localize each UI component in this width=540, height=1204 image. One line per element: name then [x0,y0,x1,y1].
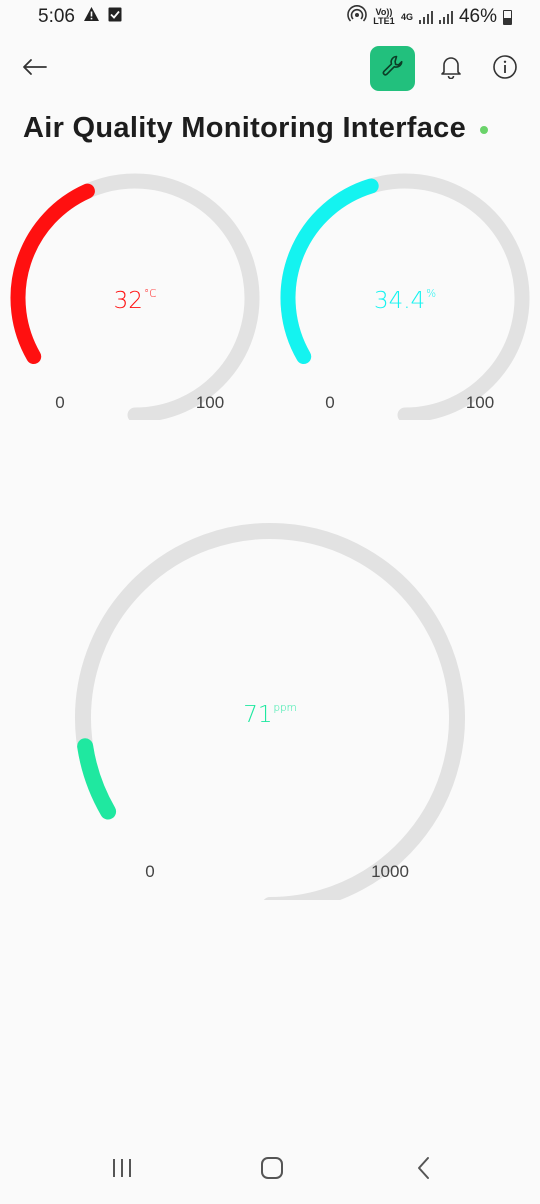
wrench-icon [380,53,406,84]
gas-value: 71ppm [243,702,297,728]
gas-min-label: 0 [145,862,155,881]
back-button[interactable] [18,52,52,86]
notifications-button[interactable] [434,52,468,86]
recent-apps-button[interactable] [102,1156,142,1184]
humidity-gauge: 34.4% 0 100 [270,170,540,420]
humidity-min-label: 0 [325,393,335,412]
humidity-value: 34.4% [374,288,436,314]
check-box-icon [108,6,122,28]
online-status-dot [480,125,489,134]
back-arrow-icon [22,58,48,81]
temperature-value: 32°C [114,288,157,314]
info-button[interactable] [488,52,522,86]
recent-apps-icon [110,1157,134,1184]
status-left: 5:06 [38,6,122,28]
humidity-unit: % [426,288,437,300]
signal-icon-2 [438,10,453,24]
system-back-button[interactable] [404,1156,444,1184]
settings-wrench-button[interactable] [370,46,415,91]
status-bar: 5:06 Vo)) LTE1 4G 46% [0,0,540,34]
info-icon [492,54,518,85]
battery-percent: 46% [458,6,497,27]
warning-icon [83,6,100,28]
home-button[interactable] [252,1156,292,1184]
temperature-max-label: 100 [195,393,225,412]
temperature-gauge: 32°C 0 100 [0,170,270,420]
gas-reading: 71 [243,702,273,728]
system-nav-bar [0,1136,540,1204]
gauge-fill [77,738,117,820]
humidity-reading: 34.4 [373,288,426,314]
gauge-fill [10,183,95,364]
home-icon [259,1156,285,1185]
humidity-max-label: 100 [465,393,495,412]
gas-unit: ppm [273,702,297,714]
temperature-unit: °C [143,288,157,300]
page-title: Air Quality Monitoring Interface [23,112,467,144]
temperature-min-label: 0 [55,393,65,412]
signal-icon [418,10,433,24]
back-icon [414,1156,434,1185]
app-bar [0,44,540,92]
status-time: 5:06 [38,6,75,27]
volte-label: Vo)) LTE1 [373,7,395,26]
hotspot-icon [347,5,367,29]
temperature-reading: 32 [113,288,143,314]
gas-gauge-dial [75,523,465,900]
bell-icon [440,55,462,84]
battery-icon [503,9,512,25]
gauge-fill [280,178,379,364]
gas-max-label: 1000 [371,862,409,881]
gas-gauge: 71ppm 0 1000 [0,500,540,900]
network-type: 4G [400,11,413,22]
status-right: Vo)) LTE1 4G 46% [347,5,512,29]
title-row: Air Quality Monitoring Interface [23,112,489,145]
